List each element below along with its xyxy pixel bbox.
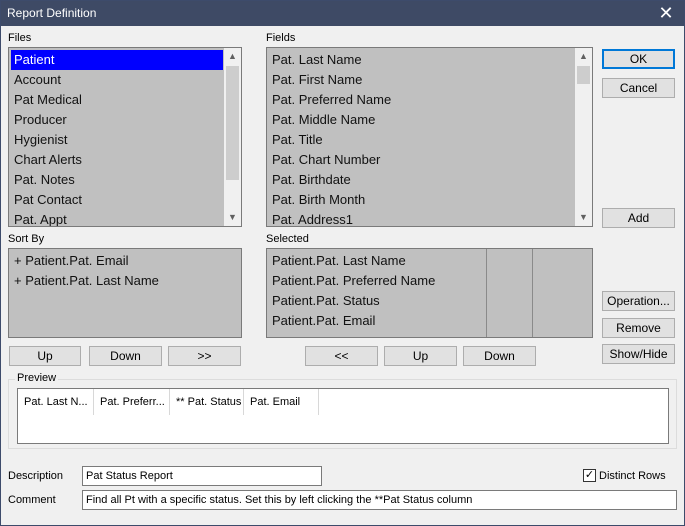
list-item[interactable]: Pat. Birthdate bbox=[269, 170, 574, 190]
comment-label: Comment bbox=[8, 494, 56, 506]
files-listbox[interactable]: Pat. Appt Pat Contact Pat. Notes Chart Aler… bbox=[8, 47, 242, 227]
list-item[interactable]: Account bbox=[11, 70, 223, 90]
title-bar[interactable]: Report Definition ✕ bbox=[1, 1, 684, 26]
list-item[interactable]: Pat. Preferred Name bbox=[269, 90, 574, 110]
list-item[interactable]: Patient.Pat. Email bbox=[269, 311, 483, 331]
list-item[interactable]: Hygienist bbox=[11, 130, 223, 150]
list-item[interactable]: Producer bbox=[11, 110, 223, 130]
cancel-button[interactable]: Cancel bbox=[602, 78, 675, 98]
show-hide-button[interactable]: Show/Hide bbox=[602, 344, 675, 364]
preview-grid[interactable]: Pat. Last N... Pat. Preferr... ** Pat. Sta… bbox=[17, 388, 669, 444]
list-item[interactable]: + Patient.Pat. Last Name bbox=[11, 271, 239, 291]
preview-label: Preview bbox=[15, 372, 59, 384]
list-item[interactable]: + Patient.Pat. Email bbox=[11, 251, 239, 271]
list-item[interactable]: Pat. Address1 bbox=[269, 210, 574, 226]
list-item[interactable]: Pat. Last Name bbox=[269, 50, 574, 70]
remove-button[interactable]: Remove bbox=[602, 318, 675, 338]
add-button[interactable]: Add bbox=[602, 208, 675, 228]
list-item[interactable]: Patient.Pat. Last Name bbox=[269, 251, 483, 271]
list-item[interactable]: Patient.Pat. Preferred Name bbox=[269, 271, 483, 291]
preview-column-header[interactable]: ** Pat. Status bbox=[170, 389, 244, 415]
distinct-rows-label: Distinct Rows bbox=[599, 470, 666, 482]
report-definition-window: Report Definition ✕ Files Pat. Appt Pat C… bbox=[0, 0, 685, 526]
distinct-rows-checkbox[interactable]: ✓ bbox=[583, 469, 596, 482]
list-item[interactable]: Patient bbox=[11, 50, 223, 70]
list-item[interactable]: Pat. Middle Name bbox=[269, 110, 574, 130]
fields-scrollbar[interactable]: ▲ ▼ bbox=[575, 48, 592, 226]
description-label: Description bbox=[8, 470, 64, 482]
operation-button[interactable]: Operation... bbox=[602, 291, 675, 311]
scroll-down-icon[interactable]: ▼ bbox=[224, 209, 241, 226]
list-item[interactable]: Pat Medical bbox=[11, 90, 223, 110]
column-divider[interactable] bbox=[532, 249, 533, 337]
scroll-down-icon[interactable]: ▼ bbox=[575, 209, 592, 226]
files-label: Files bbox=[8, 32, 32, 44]
sort-by-label: Sort By bbox=[8, 233, 45, 245]
list-item[interactable]: Pat. Appt bbox=[11, 210, 223, 226]
list-item[interactable]: Chart Alerts bbox=[11, 150, 223, 170]
sort-up-button[interactable]: Up bbox=[9, 346, 81, 366]
files-scrollbar[interactable]: ▲ ▼ bbox=[224, 48, 241, 226]
checkmark-icon: ✓ bbox=[584, 469, 595, 481]
preview-column-header[interactable]: Pat. Email bbox=[244, 389, 319, 415]
preview-column-header[interactable]: Pat. Last N... bbox=[18, 389, 94, 415]
description-field[interactable]: Pat Status Report bbox=[82, 466, 322, 486]
files-scroll-thumb[interactable] bbox=[226, 66, 239, 180]
list-item[interactable]: Pat. First Name bbox=[269, 70, 574, 90]
sort-down-button[interactable]: Down bbox=[89, 346, 162, 366]
column-divider[interactable] bbox=[486, 249, 487, 337]
scroll-up-icon[interactable]: ▲ bbox=[224, 48, 241, 65]
fields-label: Fields bbox=[266, 32, 296, 44]
selected-label: Selected bbox=[266, 233, 309, 245]
fields-listbox[interactable]: Pat. Address1 Pat. Birth Month Pat. Birthd… bbox=[266, 47, 593, 227]
selected-listbox[interactable]: Patient.Pat. Email Patient.Pat. Status Pat… bbox=[266, 248, 593, 338]
close-icon[interactable]: ✕ bbox=[652, 2, 680, 24]
list-item[interactable]: Pat Contact bbox=[11, 190, 223, 210]
preview-column-header[interactable]: Pat. Preferr... bbox=[94, 389, 170, 415]
selected-down-button[interactable]: Down bbox=[463, 346, 536, 366]
selected-up-button[interactable]: Up bbox=[384, 346, 457, 366]
list-item[interactable]: Pat. Notes bbox=[11, 170, 223, 190]
scroll-up-icon[interactable]: ▲ bbox=[575, 48, 592, 65]
move-to-sort-button[interactable]: << bbox=[305, 346, 378, 366]
comment-field[interactable]: Find all Pt with a specific status. Set … bbox=[82, 490, 677, 510]
list-item[interactable]: Pat. Chart Number bbox=[269, 150, 574, 170]
list-item[interactable]: Patient.Pat. Status bbox=[269, 291, 483, 311]
sort-add-button[interactable]: >> bbox=[168, 346, 241, 366]
window-title: Report Definition bbox=[7, 6, 97, 20]
sort-by-listbox[interactable]: + Patient.Pat. Last Name + Patient.Pat. E… bbox=[8, 248, 242, 338]
ok-button[interactable]: OK bbox=[602, 49, 675, 69]
list-item[interactable]: Pat. Title bbox=[269, 130, 574, 150]
fields-scroll-thumb[interactable] bbox=[577, 66, 590, 84]
list-item[interactable]: Pat. Birth Month bbox=[269, 190, 574, 210]
